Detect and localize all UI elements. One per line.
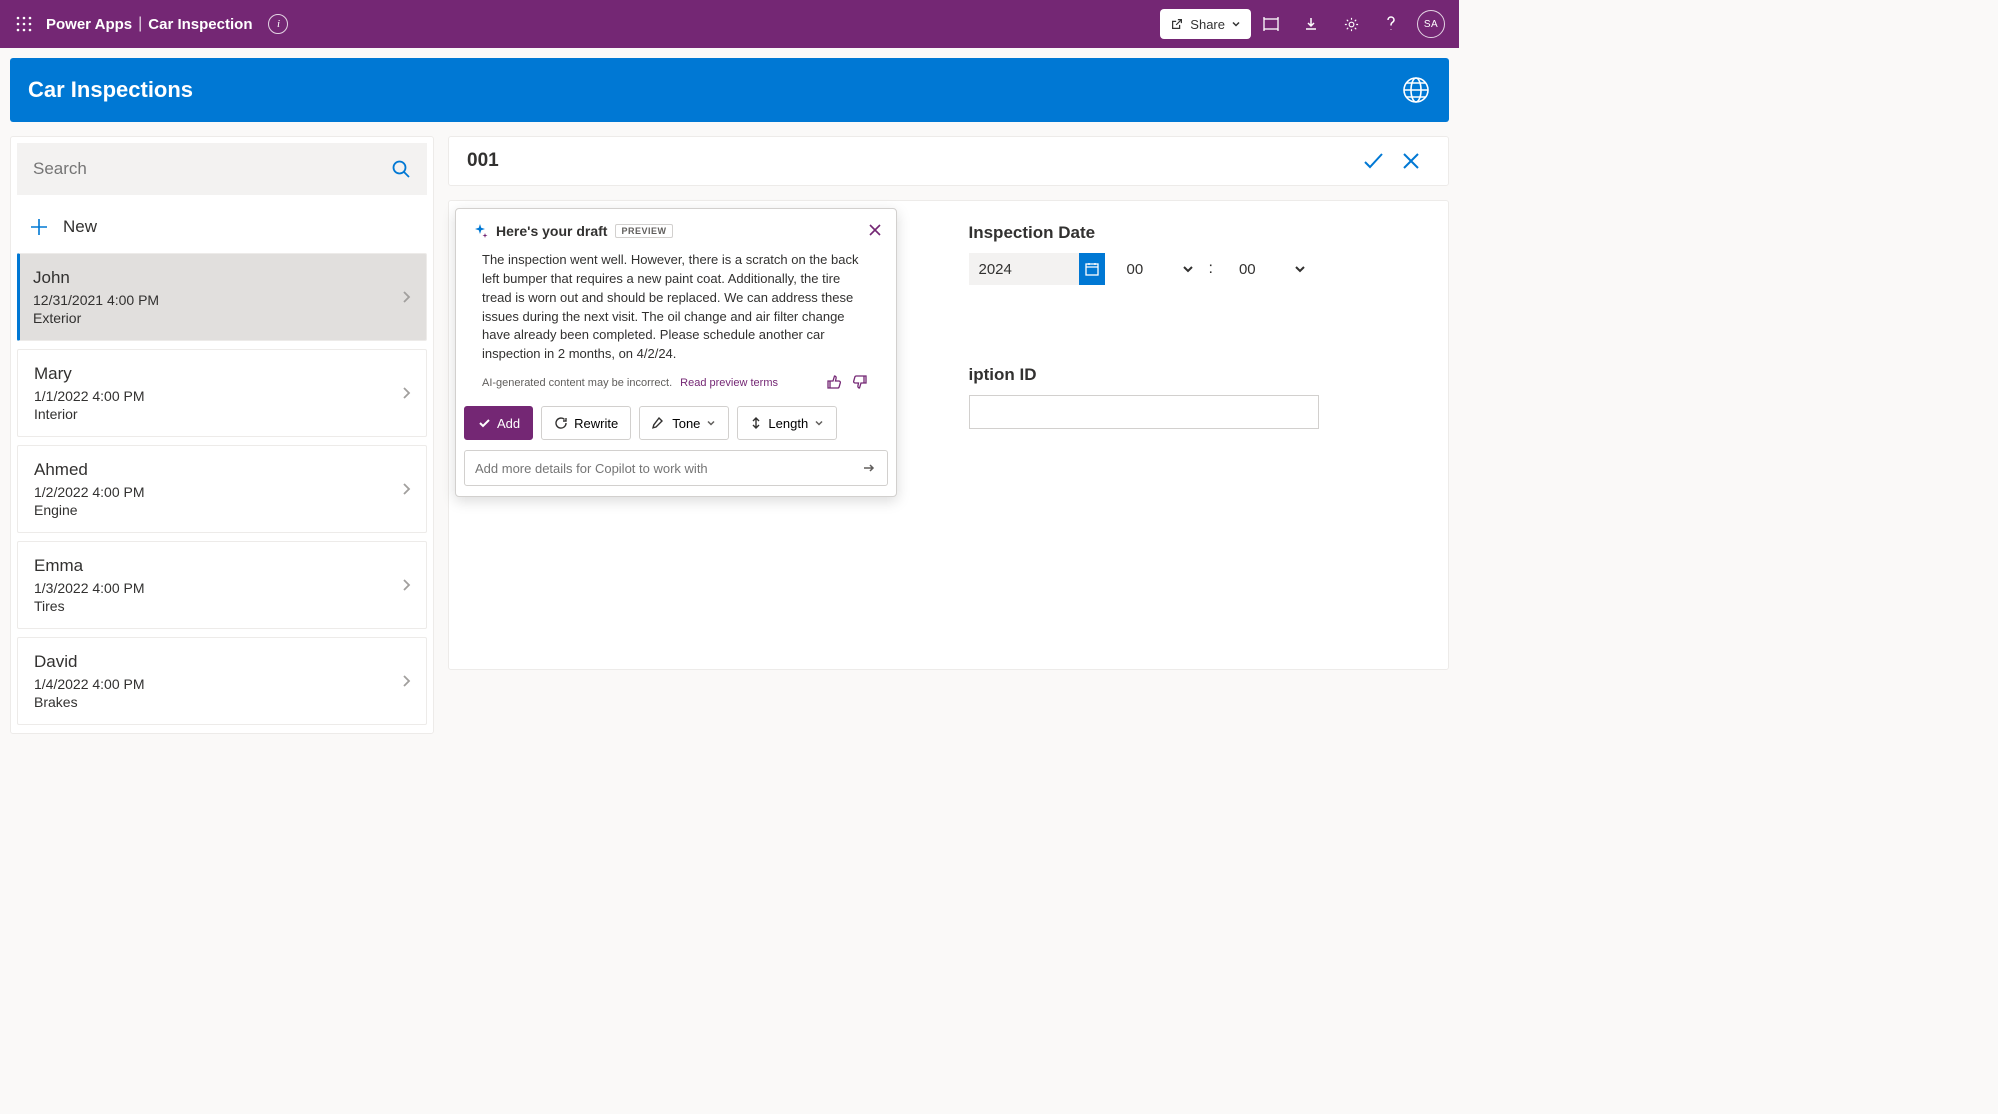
preview-terms-link[interactable]: Read preview terms: [680, 377, 778, 389]
list-item-type: Exterior: [33, 310, 410, 326]
cancel-button[interactable]: [1392, 142, 1430, 180]
list-item[interactable]: Emma 1/3/2022 4:00 PM Tires: [17, 541, 427, 629]
time-colon: :: [1209, 260, 1213, 278]
length-button[interactable]: Length: [737, 406, 837, 440]
search-input[interactable]: [33, 159, 391, 179]
detail-id: 001: [467, 150, 499, 172]
chevron-right-icon: [400, 384, 412, 402]
list-item-date: 1/2/2022 4:00 PM: [34, 484, 410, 500]
fit-to-screen-icon[interactable]: [1251, 0, 1291, 48]
page-title: Car Inspections: [28, 77, 193, 103]
close-icon[interactable]: [864, 219, 886, 241]
add-button[interactable]: Add: [464, 406, 533, 440]
list-item-name: David: [34, 652, 410, 672]
list-item-date: 1/4/2022 4:00 PM: [34, 676, 410, 692]
list-item[interactable]: David 1/4/2022 4:00 PM Brakes: [17, 637, 427, 725]
inspection-id-label: iption ID: [969, 365, 1423, 385]
app-name: Power Apps: [46, 16, 132, 33]
app-header: Car Inspections: [10, 58, 1449, 122]
download-icon[interactable]: [1291, 0, 1331, 48]
list-item-type: Interior: [34, 406, 410, 422]
inspection-date-label: Inspection Date: [969, 223, 1423, 243]
detail-header: 001: [448, 136, 1449, 186]
waffle-icon[interactable]: [8, 8, 40, 40]
copilot-draft-popup: Here's your draft PREVIEW The inspection…: [455, 208, 897, 497]
detail-form: Description Inspection Date 2024 00: [448, 200, 1449, 670]
globe-icon[interactable]: [1401, 75, 1431, 105]
list-item-name: John: [33, 268, 410, 288]
submit-button[interactable]: [1354, 142, 1392, 180]
submit-arrow-icon[interactable]: [861, 460, 877, 476]
list-item-date: 1/1/2022 4:00 PM: [34, 388, 410, 404]
copilot-detail-field[interactable]: [475, 461, 861, 476]
chevron-right-icon: [400, 672, 412, 690]
share-button[interactable]: Share: [1160, 9, 1251, 39]
ai-disclaimer: AI-generated content may be incorrect.: [482, 377, 672, 389]
screen-name: Car Inspection: [148, 16, 252, 33]
list-item[interactable]: Mary 1/1/2022 4:00 PM Interior: [17, 349, 427, 437]
new-button-label: New: [63, 217, 97, 237]
list-item-type: Engine: [34, 502, 410, 518]
list-item-date: 1/3/2022 4:00 PM: [34, 580, 410, 596]
app-top-bar: Power Apps | Car Inspection i Share SA: [0, 0, 1459, 48]
info-icon[interactable]: i: [268, 14, 288, 34]
inspection-list: John 12/31/2021 4:00 PM Exterior Mary 1/1/20…: [11, 253, 433, 725]
list-item-type: Brakes: [34, 694, 410, 710]
list-item-date: 12/31/2021 4:00 PM: [33, 292, 410, 308]
rewrite-button[interactable]: Rewrite: [541, 406, 631, 440]
preview-badge: PREVIEW: [615, 224, 672, 238]
hour-select[interactable]: 00: [1117, 253, 1205, 285]
new-button[interactable]: New: [11, 201, 433, 253]
search-box[interactable]: [17, 143, 427, 195]
list-item-name: Ahmed: [34, 460, 410, 480]
list-item-name: Emma: [34, 556, 410, 576]
chevron-right-icon: [400, 480, 412, 498]
thumbs-up-icon[interactable]: [826, 374, 844, 392]
copilot-draft-text: The inspection went well. However, there…: [456, 243, 896, 370]
settings-icon[interactable]: [1331, 0, 1371, 48]
search-icon: [391, 159, 411, 179]
list-item[interactable]: Ahmed 1/2/2022 4:00 PM Engine: [17, 445, 427, 533]
list-item-name: Mary: [34, 364, 410, 384]
calendar-icon[interactable]: [1079, 253, 1105, 285]
minute-select[interactable]: 00: [1229, 253, 1317, 285]
tone-button[interactable]: Tone: [639, 406, 729, 440]
inspection-id-field[interactable]: [969, 395, 1319, 429]
thumbs-down-icon[interactable]: [852, 374, 870, 392]
left-panel: New John 12/31/2021 4:00 PM Exterior Mary 1/…: [10, 136, 434, 734]
list-item[interactable]: John 12/31/2021 4:00 PM Exterior: [17, 253, 427, 341]
separator: |: [138, 15, 142, 33]
list-item-type: Tires: [34, 598, 410, 614]
date-value[interactable]: 2024: [969, 253, 1079, 285]
plus-icon: [29, 217, 49, 237]
help-icon[interactable]: [1371, 0, 1411, 48]
chevron-right-icon: [400, 288, 412, 306]
copilot-detail-input[interactable]: [464, 450, 888, 486]
share-button-label: Share: [1190, 17, 1225, 32]
chevron-right-icon: [400, 576, 412, 594]
sparkle-icon: [472, 223, 488, 239]
copilot-title: Here's your draft: [496, 223, 607, 239]
user-avatar[interactable]: SA: [1411, 0, 1451, 48]
